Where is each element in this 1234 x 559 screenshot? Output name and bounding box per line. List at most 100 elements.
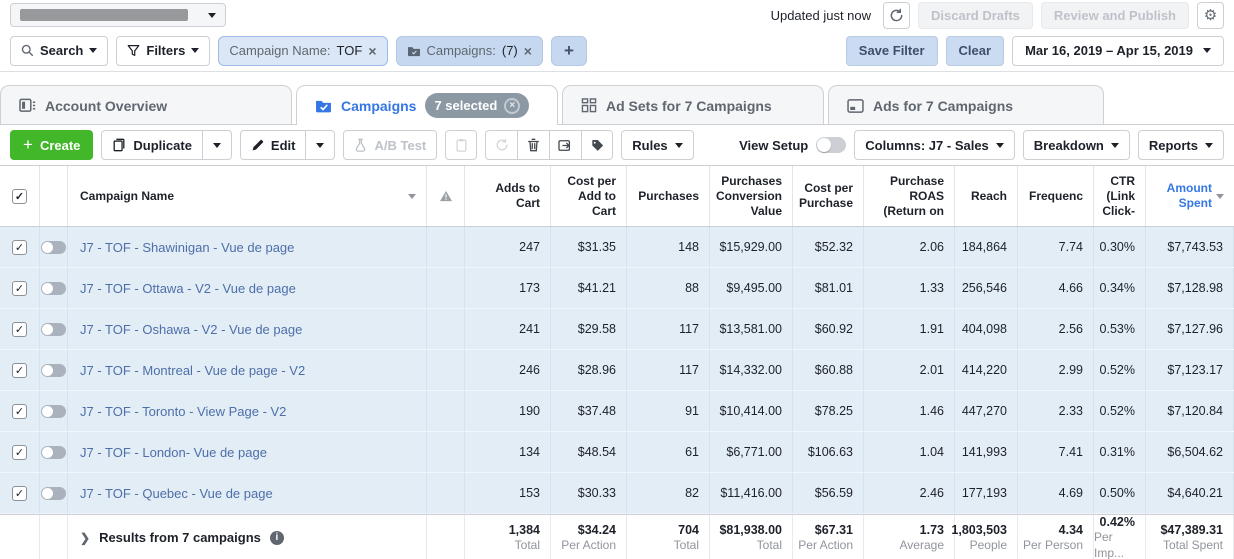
search-button[interactable]: Search (10, 36, 108, 66)
export-placements-button[interactable] (549, 130, 581, 160)
campaign-active-toggle[interactable] (41, 241, 66, 254)
duplicate-button[interactable]: Duplicate (102, 138, 202, 153)
campaign-name-link[interactable]: J7 - TOF - Quebec - Vue de page (80, 486, 273, 501)
refresh-button[interactable] (883, 2, 910, 29)
header-cost-per-add-to-cart[interactable]: Cost per Add to Cart (551, 166, 627, 226)
flask-icon (354, 138, 367, 152)
row-checkbox[interactable]: ✓ (12, 486, 27, 501)
frequency-cell: 7.41 (1018, 432, 1094, 472)
tag-button[interactable] (581, 130, 613, 160)
rules-button[interactable]: Rules (621, 130, 693, 160)
chevron-down-icon (1111, 143, 1119, 148)
campaign-active-toggle[interactable] (41, 487, 66, 500)
filter-chip-campaigns[interactable]: Campaigns: (7) × (396, 36, 543, 66)
close-icon[interactable]: × (368, 43, 376, 59)
header-purchase-roas[interactable]: Purchase ROAS (Return on (864, 166, 955, 226)
duplicate-dropdown[interactable] (203, 143, 231, 148)
create-button[interactable]: + Create (10, 130, 93, 160)
campaign-name-link[interactable]: J7 - TOF - Montreal - Vue de page - V2 (80, 363, 305, 378)
row-checkbox[interactable]: ✓ (12, 322, 27, 337)
campaign-active-toggle[interactable] (41, 364, 66, 377)
reach-cell: 256,546 (955, 268, 1018, 308)
footer-ctr: 0.42%Per Imp... (1094, 515, 1146, 559)
save-filter-button[interactable]: Save Filter (846, 36, 938, 66)
discard-drafts-button[interactable]: Discard Drafts (918, 2, 1033, 29)
footer-cost-per-add-to-cart: $34.24Per Action (551, 515, 627, 559)
campaign-name-link[interactable]: J7 - TOF - Ottawa - V2 - Vue de page (80, 281, 296, 296)
header-amount-spent-sorted[interactable]: Amount Spent (1146, 166, 1234, 226)
select-all-checkbox[interactable]: ✓ (12, 189, 27, 204)
campaign-name-link[interactable]: J7 - TOF - Shawinigan - Vue de page (80, 240, 294, 255)
top-bar: Updated just now Discard Drafts Review a… (0, 0, 1234, 30)
header-reach[interactable]: Reach (955, 166, 1018, 226)
view-setup-label: View Setup (739, 138, 808, 153)
deselect-close-icon[interactable]: × (504, 98, 520, 114)
review-publish-button[interactable]: Review and Publish (1041, 2, 1189, 29)
row-checkbox[interactable]: ✓ (12, 281, 27, 296)
frequency-cell: 4.66 (1018, 268, 1094, 308)
campaign-active-toggle[interactable] (41, 323, 66, 336)
header-adds-to-cart[interactable]: Adds to Cart (465, 166, 551, 226)
account-selector[interactable] (10, 3, 226, 27)
date-range-picker[interactable]: Mar 16, 2019 – Apr 15, 2019 (1012, 36, 1224, 66)
amount-spent-cell: $7,128.98 (1146, 268, 1234, 308)
campaign-name-link[interactable]: J7 - TOF - Oshawa - V2 - Vue de page (80, 322, 302, 337)
info-icon[interactable]: i (270, 531, 284, 545)
delivery-cell (427, 227, 465, 267)
reach-cell: 447,270 (955, 391, 1018, 431)
edit-dropdown[interactable] (306, 143, 334, 148)
header-cost-per-purchase[interactable]: Cost per Purchase (793, 166, 864, 226)
campaign-name-link[interactable]: J7 - TOF - London- Vue de page (80, 445, 267, 460)
row-checkbox[interactable]: ✓ (12, 404, 27, 419)
header-delivery-status[interactable] (427, 166, 465, 226)
close-icon[interactable]: × (524, 43, 532, 59)
ctr-cell: 0.50% (1094, 473, 1146, 513)
reports-label: Reports (1149, 138, 1198, 153)
columns-label: Columns: J7 - Sales (865, 138, 989, 153)
campaign-active-toggle[interactable] (41, 446, 66, 459)
chevron-right-icon[interactable]: ❯ (80, 531, 90, 545)
campaign-active-toggle[interactable] (41, 282, 66, 295)
row-checkbox[interactable]: ✓ (12, 445, 27, 460)
columns-button[interactable]: Columns: J7 - Sales (854, 130, 1015, 160)
paste-button[interactable] (445, 130, 477, 160)
header-purchases-conversion-value[interactable]: Purchases Conversion Value (710, 166, 793, 226)
header-purchases[interactable]: Purchases (627, 166, 710, 226)
row-checkbox[interactable]: ✓ (12, 240, 27, 255)
chevron-down-icon (1203, 48, 1211, 53)
reports-button[interactable]: Reports (1138, 130, 1224, 160)
tab-account-overview[interactable]: Account Overview (0, 85, 292, 125)
purchases-conversion-value-cell: $14,332.00 (710, 350, 793, 390)
revert-button[interactable] (485, 130, 517, 160)
header-campaign-name[interactable]: Campaign Name (68, 166, 427, 226)
row-action-group (485, 130, 613, 160)
campaign-name-link[interactable]: J7 - TOF - Toronto - View Page - V2 (80, 404, 286, 419)
cost-per-purchase-cell: $52.32 (793, 227, 864, 267)
footer-amount-spent: $47,389.31Total Spent (1146, 515, 1234, 559)
edit-button[interactable]: Edit (241, 138, 306, 153)
breakdown-button[interactable]: Breakdown (1023, 130, 1130, 160)
ab-test-button[interactable]: A/B Test (343, 130, 437, 160)
purchases-conversion-value-cell: $13,581.00 (710, 309, 793, 349)
header-ctr[interactable]: CTR (Link Click- (1094, 166, 1146, 226)
clear-filter-button[interactable]: Clear (946, 36, 1005, 66)
settings-button[interactable]: ⚙ (1197, 2, 1224, 29)
frequency-cell: 4.69 (1018, 473, 1094, 513)
add-filter-button[interactable]: + (551, 36, 587, 66)
breakdown-label: Breakdown (1034, 138, 1104, 153)
tab-ad-sets[interactable]: Ad Sets for 7 Campaigns (562, 85, 824, 125)
view-setup-toggle[interactable] (816, 137, 846, 153)
delete-button[interactable] (517, 130, 549, 160)
header-frequency[interactable]: Frequenc (1018, 166, 1094, 226)
campaign-active-toggle[interactable] (41, 405, 66, 418)
tab-ads[interactable]: Ads for 7 Campaigns (828, 85, 1104, 125)
row-checkbox[interactable]: ✓ (12, 363, 27, 378)
tab-campaigns[interactable]: Campaigns 7 selected × (296, 85, 558, 125)
filter-chip-campaign-name[interactable]: Campaign Name: TOF × (218, 36, 387, 66)
folder-icon (407, 45, 421, 57)
filters-button[interactable]: Filters (116, 36, 210, 66)
chevron-down-icon[interactable] (408, 194, 416, 199)
row-checkbox-cell: ✓ (0, 473, 40, 513)
footer-purchases-conversion-value: $81,938.00Total (710, 515, 793, 559)
purchases-conversion-value-cell: $10,414.00 (710, 391, 793, 431)
